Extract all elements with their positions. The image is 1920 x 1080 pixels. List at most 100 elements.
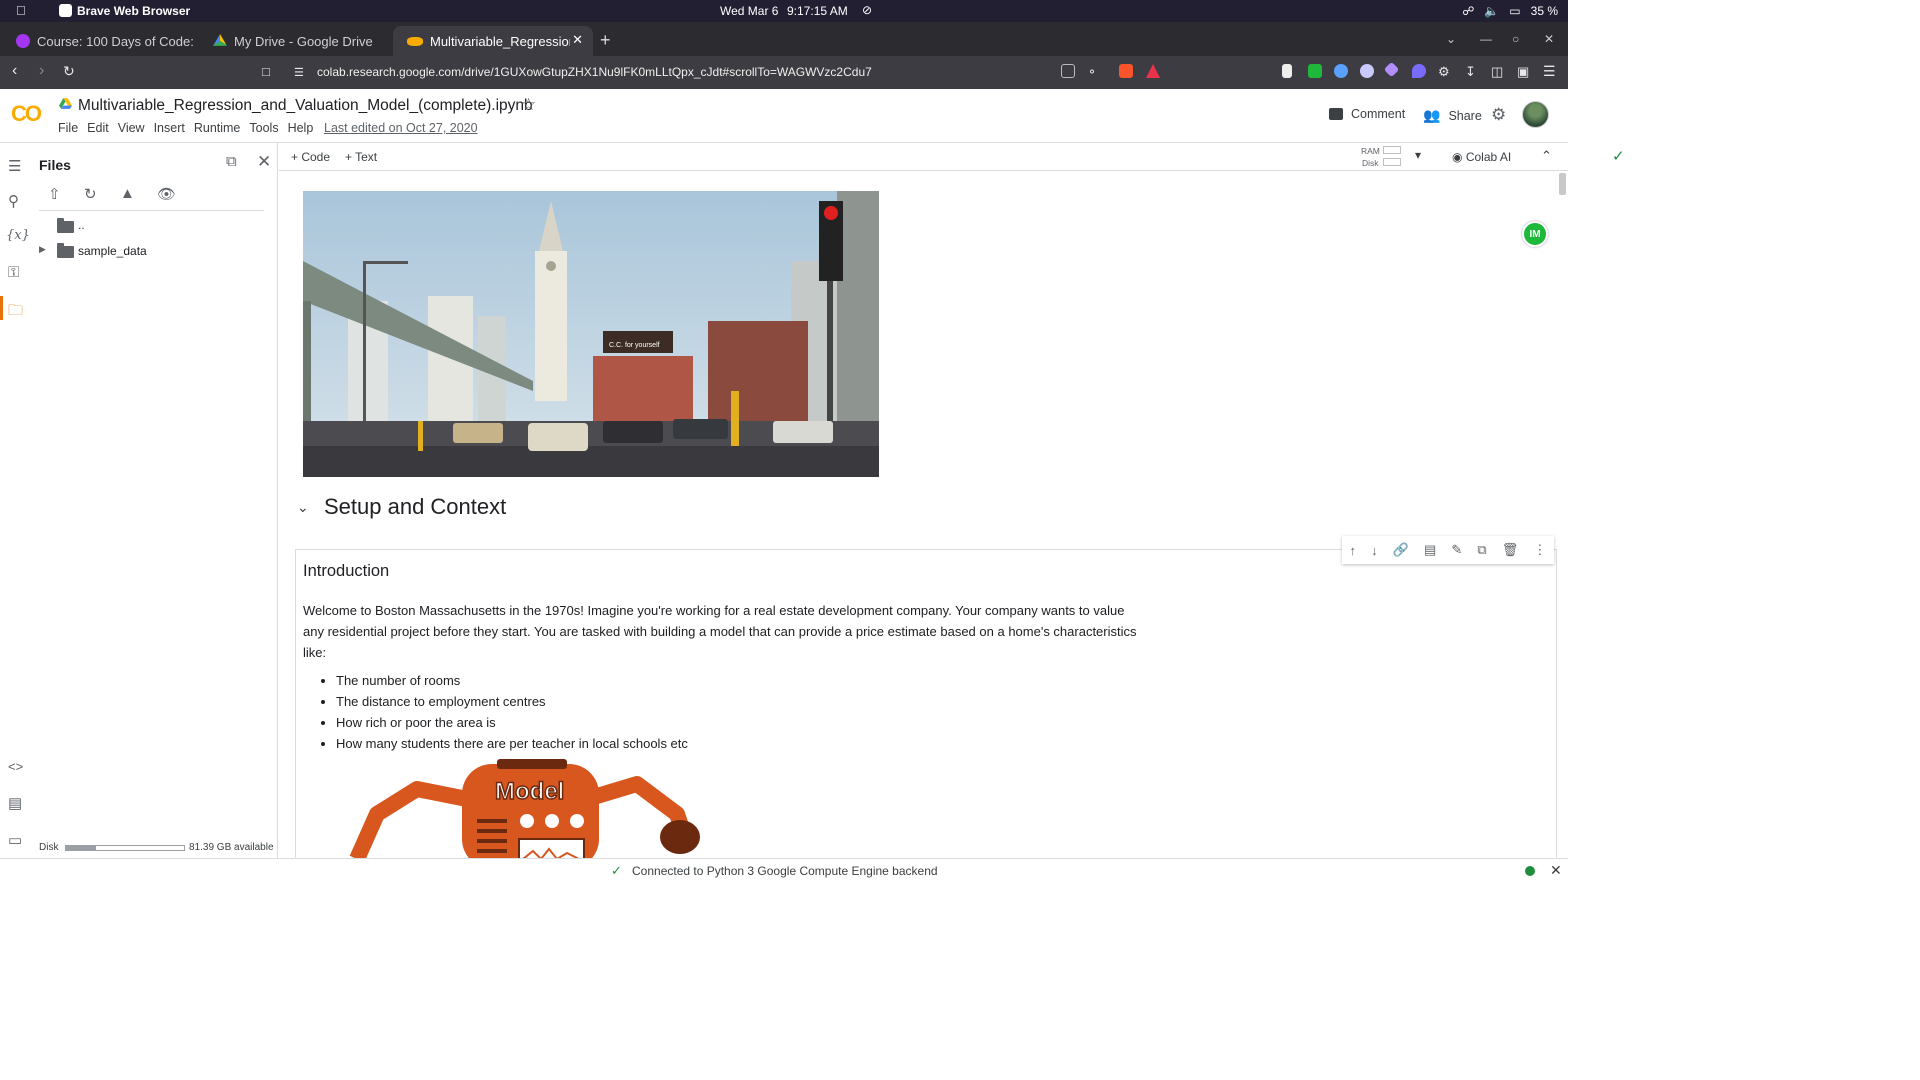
wifi-icon[interactable]: ☍: [1462, 4, 1474, 18]
terminal-icon[interactable]: ▭: [8, 831, 22, 849]
menu-tools[interactable]: Tools: [249, 121, 278, 135]
close-window-icon[interactable]: ✕: [1544, 32, 1554, 46]
add-text-cell-button[interactable]: + Text: [345, 150, 377, 164]
list-item: How rich or poor the area is: [336, 712, 688, 733]
user-avatar[interactable]: [1522, 101, 1549, 128]
menu-bar-date[interactable]: Wed Mar 6: [720, 4, 778, 18]
expand-arrow-icon[interactable]: ▶: [39, 244, 46, 255]
menu-insert[interactable]: Insert: [154, 121, 185, 135]
tab-colab-notebook[interactable]: Multivariable_Regression_a ✕: [393, 26, 593, 56]
reload-icon[interactable]: ↻: [63, 63, 75, 80]
forward-icon[interactable]: ›: [39, 62, 44, 80]
colab-ai-icon: ◉: [1452, 150, 1463, 164]
code-snippets-icon[interactable]: <>: [8, 759, 23, 774]
menu-bar-time[interactable]: 9:17:15 AM: [787, 4, 848, 18]
maximize-window-icon[interactable]: ○: [1512, 32, 1519, 46]
tab-google-drive[interactable]: My Drive - Google Drive: [199, 26, 389, 56]
battery-icon[interactable]: ▭: [1509, 4, 1520, 18]
browser-menu-icon[interactable]: ☰: [1543, 63, 1556, 80]
list-item: The distance to employment centres: [336, 691, 688, 712]
downloads-icon[interactable]: ↧: [1465, 64, 1476, 80]
delete-trash-icon[interactable]: 🗑: [1502, 542, 1519, 558]
refresh-icon[interactable]: ↻: [84, 185, 97, 203]
reader-mode-icon[interactable]: [1061, 64, 1075, 78]
menu-runtime[interactable]: Runtime: [194, 121, 241, 135]
last-edited-link[interactable]: Last edited on Oct 27, 2020: [324, 121, 478, 135]
colab-ai-button[interactable]: ◉ Colab AI: [1452, 150, 1511, 164]
do-not-disturb-icon[interactable]: ⊘: [862, 3, 872, 17]
wallet-icon[interactable]: ▣: [1517, 64, 1529, 80]
move-cell-up-icon[interactable]: ↑: [1350, 543, 1357, 558]
add-comment-icon[interactable]: ▤: [1424, 542, 1436, 558]
upload-file-icon[interactable]: ⇧: [48, 185, 61, 203]
extension-circle-icon[interactable]: [1360, 64, 1374, 78]
tab-search-chevron-icon[interactable]: ⌄: [1446, 32, 1456, 46]
notebook-content: C.C. for yourself ⌄ Setup and Context ↑ …: [279, 171, 1568, 858]
secrets-key-icon[interactable]: ⚿: [8, 264, 19, 281]
cell-toolbar: ↑ ↓ 🔗 ▤ ✎ ⧉ 🗑 ⋮: [1342, 536, 1554, 564]
mirror-cell-icon[interactable]: ⧉: [1477, 542, 1486, 558]
url-field[interactable]: colab.research.google.com/drive/1GUXowGt…: [317, 65, 872, 79]
more-options-icon[interactable]: ⋮: [1533, 542, 1546, 558]
im-badge-text: IM: [1529, 228, 1541, 240]
menu-edit[interactable]: Edit: [87, 121, 109, 135]
link-icon[interactable]: 🔗: [1393, 542, 1409, 558]
close-panel-icon[interactable]: ✕: [257, 152, 271, 172]
tab-title: Multivariable_Regression_a: [430, 33, 570, 49]
im-extension-badge[interactable]: IM: [1522, 221, 1548, 247]
mount-drive-icon[interactable]: ▲: [120, 185, 135, 202]
move-cell-down-icon[interactable]: ↓: [1371, 543, 1378, 558]
runtime-dropdown-icon[interactable]: ▾: [1415, 148, 1421, 162]
left-icon-rail: ☰ ⚲ {x} ⚿ 🗀 <> ▤ ▭: [0, 143, 34, 858]
variables-icon[interactable]: {x}: [6, 228, 30, 243]
extension-diamond-icon[interactable]: [1383, 61, 1400, 78]
folder-label: sample_data: [78, 244, 147, 258]
volume-icon[interactable]: 🔈: [1484, 4, 1499, 18]
comment-icon: [1329, 108, 1343, 120]
files-folder-icon[interactable]: 🗀: [8, 300, 23, 325]
apple-icon[interactable]: : [16, 3, 26, 18]
brave-rewards-icon[interactable]: [1146, 64, 1160, 78]
brave-shields-icon[interactable]: [1119, 64, 1133, 78]
extension-pen-icon[interactable]: [1282, 64, 1292, 78]
minimize-window-icon[interactable]: —: [1480, 32, 1492, 46]
boston-1970s-street-photo: C.C. for yourself: [303, 191, 879, 477]
share-button[interactable]: 👥 Share: [1423, 107, 1482, 124]
extensions-puzzle-icon[interactable]: ⚙: [1438, 64, 1450, 80]
edit-pencil-icon[interactable]: ✎: [1451, 542, 1462, 558]
notebook-title[interactable]: Multivariable_Regression_and_Valuation_M…: [78, 97, 533, 115]
back-icon[interactable]: ‹: [12, 62, 17, 80]
hide-files-icon[interactable]: 👁: [157, 185, 176, 203]
new-tab-button[interactable]: +: [600, 30, 611, 51]
colab-logo[interactable]: CO: [11, 101, 42, 127]
section-collapse-chevron-icon[interactable]: ⌄: [297, 499, 309, 516]
close-tab-icon[interactable]: ✕: [572, 32, 583, 48]
settings-gear-icon[interactable]: ⚙: [1491, 105, 1506, 125]
share-page-icon[interactable]: ⚬: [1087, 65, 1097, 79]
extension-lens-icon[interactable]: [1334, 64, 1348, 78]
vertical-scrollbar[interactable]: [1559, 173, 1566, 195]
sidebar-toggle-icon[interactable]: ◫: [1491, 64, 1503, 80]
site-settings-icon[interactable]: ☰: [294, 66, 304, 79]
ram-usage-bar: [1383, 146, 1401, 154]
open-in-tab-icon[interactable]: ⧉: [226, 153, 237, 170]
add-code-cell-button[interactable]: + Code: [291, 150, 330, 164]
table-of-contents-icon[interactable]: ☰: [8, 157, 21, 175]
menu-help[interactable]: Help: [288, 121, 314, 135]
close-status-icon[interactable]: ✕: [1550, 862, 1562, 879]
extension-im-icon[interactable]: [1308, 64, 1322, 78]
google-drive-icon[interactable]: [59, 98, 72, 109]
menu-view[interactable]: View: [118, 121, 145, 135]
star-icon[interactable]: ☆: [521, 95, 536, 115]
active-app-name[interactable]: Brave Web Browser: [77, 4, 190, 18]
tab-course[interactable]: Course: 100 Days of Code: Th: [2, 26, 198, 56]
comment-button[interactable]: Comment: [1329, 107, 1405, 121]
bookmark-icon[interactable]: □: [262, 64, 270, 79]
search-icon[interactable]: ⚲: [8, 192, 19, 210]
menu-file[interactable]: File: [58, 121, 78, 135]
status-bar: ✓ Connected to Python 3 Google Compute E…: [0, 858, 1568, 882]
connection-status-text[interactable]: Connected to Python 3 Google Compute Eng…: [632, 864, 938, 878]
command-palette-icon[interactable]: ▤: [8, 794, 22, 812]
collapse-header-icon[interactable]: ⌃: [1541, 148, 1552, 164]
extension-drop-icon[interactable]: [1412, 64, 1426, 78]
